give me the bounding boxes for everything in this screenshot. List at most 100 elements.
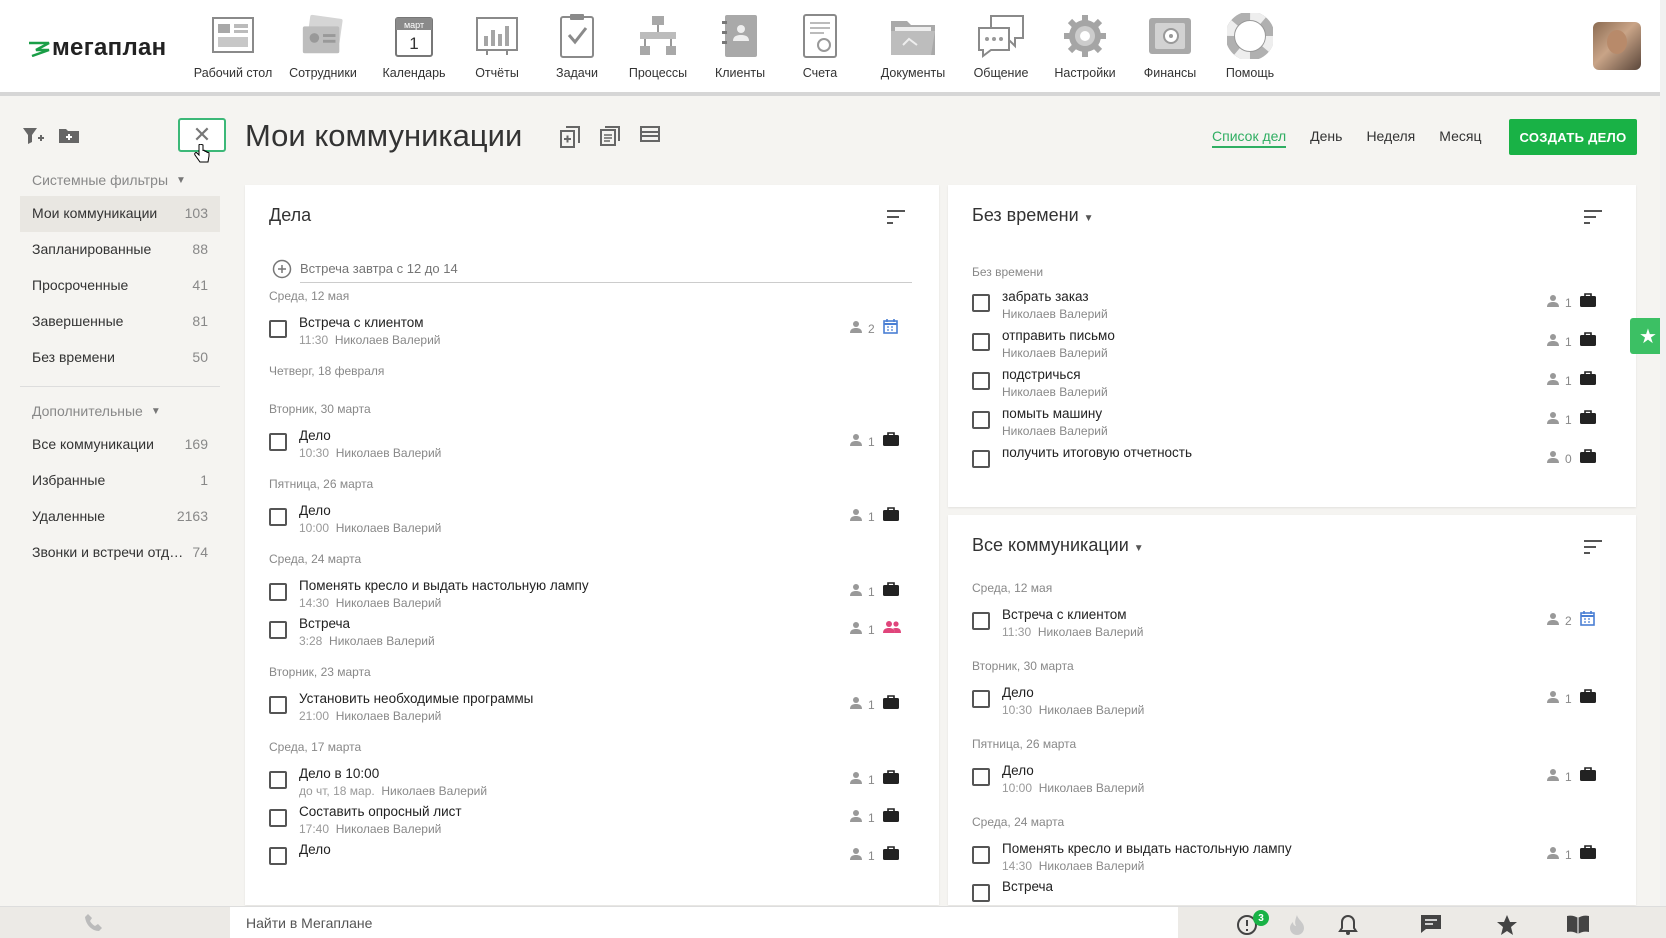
task-checkbox[interactable] — [269, 433, 287, 451]
nav-item-calendar[interactable]: март 1 Календарь — [376, 12, 452, 80]
folder-add-icon[interactable] — [58, 126, 80, 144]
task-title[interactable]: Встреча — [1002, 879, 1053, 894]
task-row[interactable]: подстричься Николаев Валерий 1 — [972, 367, 1604, 407]
view-tab[interactable]: Список дел — [1212, 128, 1287, 148]
no-time-panel-title[interactable]: Без времени ▼ — [972, 205, 1094, 226]
user-avatar[interactable] — [1593, 22, 1641, 70]
task-title[interactable]: помыть машину — [1002, 406, 1102, 421]
sidebar-filter-item[interactable]: Без времени 50 — [20, 340, 220, 376]
task-checkbox[interactable] — [269, 696, 287, 714]
nav-item-help[interactable]: Помощь — [1210, 12, 1290, 80]
task-row[interactable]: Встреча с клиентом 11:30 Николаев Валерий… — [972, 607, 1604, 647]
task-title[interactable]: подстричься — [1002, 367, 1081, 382]
system-filters-toggle[interactable]: Системные фильтры ▼ — [20, 164, 220, 196]
star-icon[interactable] — [1496, 914, 1518, 936]
megaplan-logo[interactable]: мегаплан — [28, 34, 166, 62]
task-checkbox[interactable] — [972, 612, 990, 630]
nav-item-chat[interactable]: Общение — [962, 12, 1040, 80]
task-row[interactable]: Поменять кресло и выдать настольную ламп… — [972, 841, 1604, 881]
nav-item-processes[interactable]: Процессы — [612, 12, 704, 80]
view-tab[interactable]: День — [1310, 128, 1342, 148]
sidebar-filter-item[interactable]: Запланированные 88 — [20, 232, 220, 268]
view-tab[interactable]: Неделя — [1366, 128, 1415, 148]
nav-item-invoices[interactable]: Счета — [776, 12, 864, 80]
task-checkbox[interactable] — [269, 621, 287, 639]
task-row[interactable]: Установить необходимые программы 21:00 Ни… — [269, 691, 907, 731]
task-title[interactable]: Составить опросный лист — [299, 804, 462, 819]
task-checkbox[interactable] — [972, 884, 990, 902]
task-row[interactable]: отправить письмо Николаев Валерий 1 — [972, 328, 1604, 368]
nav-item-settings[interactable]: Настройки — [1040, 12, 1130, 80]
create-task-button[interactable]: СОЗДАТЬ ДЕЛО — [1509, 119, 1637, 155]
task-row[interactable]: помыть машину Николаев Валерий 1 — [972, 406, 1604, 446]
task-title[interactable]: Встреча с клиентом — [1002, 607, 1127, 622]
task-title[interactable]: Дело — [1002, 685, 1034, 700]
sort-icon[interactable] — [1583, 539, 1603, 555]
task-row[interactable]: Дело 10:30 Николаев Валерий 1 — [269, 428, 907, 468]
task-title[interactable]: Дело — [299, 503, 331, 518]
view-tab[interactable]: Месяц — [1439, 128, 1481, 148]
task-checkbox[interactable] — [269, 508, 287, 526]
book-icon[interactable] — [1566, 914, 1590, 934]
task-checkbox[interactable] — [269, 847, 287, 865]
task-row[interactable]: Дело 1 — [269, 842, 907, 882]
list-view-icon[interactable] — [600, 126, 620, 146]
task-checkbox[interactable] — [972, 411, 990, 429]
nav-item-employees[interactable]: Сотрудники — [270, 12, 376, 80]
task-title[interactable]: получить итоговую отчетность — [1002, 445, 1192, 460]
task-title[interactable]: Поменять кресло и выдать настольную ламп… — [1002, 841, 1292, 856]
quick-add-input[interactable] — [300, 255, 912, 283]
phone-icon[interactable] — [84, 913, 104, 933]
fire-icon[interactable] — [1288, 914, 1306, 936]
sort-icon[interactable] — [1583, 209, 1603, 225]
task-checkbox[interactable] — [972, 333, 990, 351]
task-checkbox[interactable] — [972, 846, 990, 864]
all-comm-panel-title[interactable]: Все коммуникации ▼ — [972, 535, 1144, 556]
task-checkbox[interactable] — [269, 771, 287, 789]
sidebar-filter-item[interactable]: Звонки и встречи отд… 74 — [20, 535, 220, 571]
nav-item-clients[interactable]: Клиенты — [704, 12, 776, 80]
sidebar-filter-item[interactable]: Просроченные 41 — [20, 268, 220, 304]
add-circle-icon[interactable] — [272, 259, 292, 279]
task-checkbox[interactable] — [972, 294, 990, 312]
task-title[interactable]: Дело — [299, 428, 331, 443]
task-row[interactable]: Встреча — [972, 879, 1604, 905]
task-title[interactable]: Установить необходимые программы — [299, 691, 533, 706]
task-title[interactable]: Дело в 10:00 — [299, 766, 379, 781]
task-row[interactable]: Дело 10:30 Николаев Валерий 1 — [972, 685, 1604, 725]
task-checkbox[interactable] — [269, 320, 287, 338]
task-checkbox[interactable] — [972, 450, 990, 468]
task-checkbox[interactable] — [269, 583, 287, 601]
sidebar-filter-item[interactable]: Удаленные 2163 — [20, 499, 220, 535]
nav-item-documents[interactable]: Документы — [864, 12, 962, 80]
page-scrollbar[interactable] — [1660, 0, 1666, 906]
task-checkbox[interactable] — [972, 372, 990, 390]
additional-filters-toggle[interactable]: Дополнительные ▼ — [20, 395, 220, 427]
task-row[interactable]: получить итоговую отчетность 0 — [972, 445, 1604, 485]
sidebar-filter-item[interactable]: Завершенные 81 — [20, 304, 220, 340]
task-checkbox[interactable] — [269, 809, 287, 827]
message-icon[interactable] — [1420, 914, 1442, 934]
filter-add-icon[interactable] — [22, 126, 44, 146]
copy-add-icon[interactable] — [560, 126, 580, 148]
task-row[interactable]: Встреча 3:28 Николаев Валерий 1 — [269, 616, 907, 656]
task-title[interactable]: Встреча — [299, 616, 350, 631]
task-row[interactable]: Поменять кресло и выдать настольную ламп… — [269, 578, 907, 618]
sort-icon[interactable] — [886, 209, 906, 225]
task-checkbox[interactable] — [972, 768, 990, 786]
sidebar-filter-item[interactable]: Избранные 1 — [20, 463, 220, 499]
task-row[interactable]: Дело 10:00 Николаев Валерий 1 — [972, 763, 1604, 803]
task-title[interactable]: Встреча с клиентом — [299, 315, 424, 330]
global-search[interactable]: Найти в Мегаплане — [230, 907, 1178, 938]
task-row[interactable]: Дело 10:00 Николаев Валерий 1 — [269, 503, 907, 543]
task-checkbox[interactable] — [972, 690, 990, 708]
task-title[interactable]: Поменять кресло и выдать настольную ламп… — [299, 578, 589, 593]
bell-icon[interactable] — [1338, 914, 1358, 936]
task-title[interactable]: забрать заказ — [1002, 289, 1089, 304]
task-row[interactable]: Составить опросный лист 17:40 Николаев Ва… — [269, 804, 907, 844]
task-title[interactable]: Дело — [299, 842, 331, 857]
task-row[interactable]: забрать заказ Николаев Валерий 1 — [972, 289, 1604, 329]
task-title[interactable]: отправить письмо — [1002, 328, 1115, 343]
nav-item-reports[interactable]: Отчёты — [452, 12, 542, 80]
nav-item-finance[interactable]: Финансы — [1130, 12, 1210, 80]
